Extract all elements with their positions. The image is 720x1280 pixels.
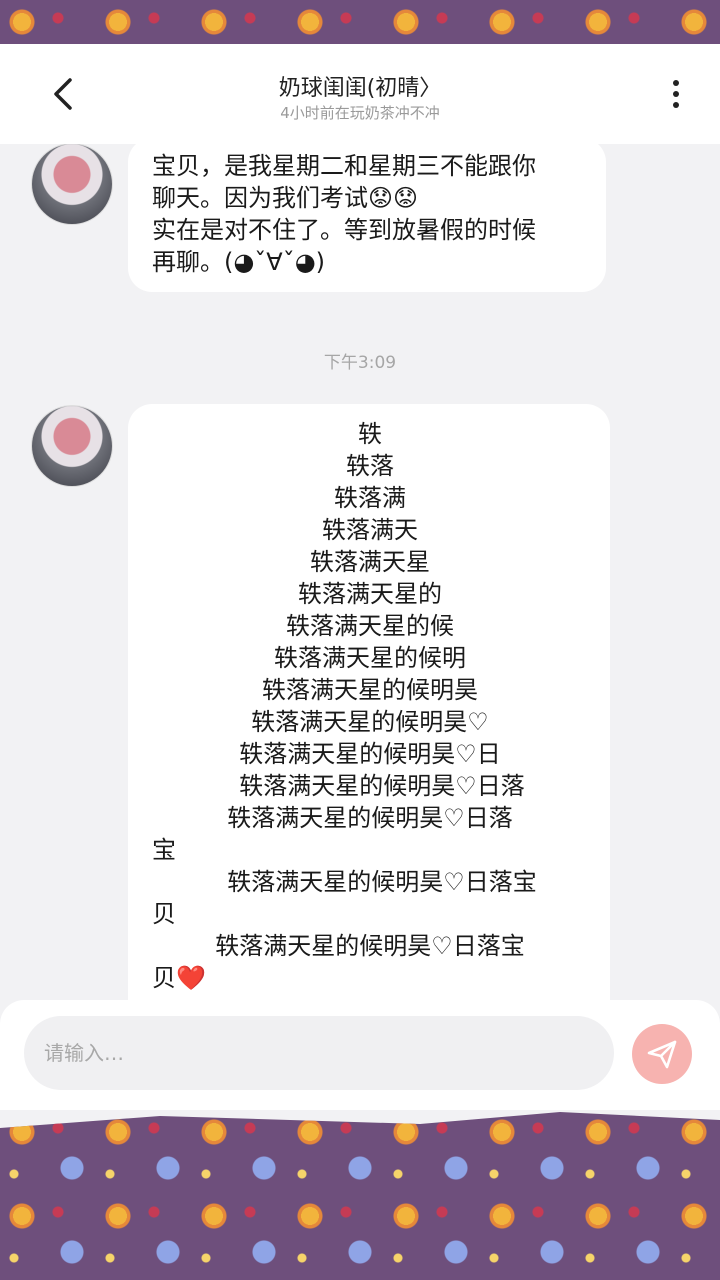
input-bar bbox=[0, 1000, 720, 1110]
contact-status: 4小时前在玩奶茶冲不冲 bbox=[280, 104, 440, 122]
message-line: 轶落满天星的候明昊♡日落宝 bbox=[215, 932, 525, 960]
message-line: 轶落满天星 bbox=[310, 548, 430, 576]
message-line: 轶落满天星的候明昊 bbox=[262, 676, 478, 704]
avatar[interactable] bbox=[32, 144, 112, 224]
message-line: 实在是对不住了。等到放暑假的时候 bbox=[152, 216, 536, 244]
message-line: 轶落满 bbox=[334, 484, 406, 512]
message-line: 宝贝，是我星期二和星期三不能跟你 bbox=[152, 152, 536, 180]
send-button[interactable] bbox=[632, 1024, 692, 1084]
message-line: 轶落满天星的候明昊♡日落 bbox=[227, 804, 513, 832]
message-line: 轶落满天星的候明昊♡日落宝 bbox=[227, 868, 537, 896]
message-line: 轶落满天星的候明昊♡日落 bbox=[239, 772, 525, 800]
decorative-pattern-bottom bbox=[0, 1112, 720, 1280]
contact-name[interactable]: 奶球闺闺(初晴〉 bbox=[0, 70, 720, 102]
message-line: 轶落满天星的候明昊♡日 bbox=[239, 740, 501, 768]
message-line: 贝❤️ bbox=[152, 964, 206, 992]
message-line: 轶落满天星的候明 bbox=[274, 644, 466, 672]
message-line: 贝 bbox=[152, 900, 176, 928]
more-options-button[interactable] bbox=[656, 74, 696, 114]
message-line: 轶落满天星的 bbox=[298, 580, 442, 608]
message-bubble[interactable]: 轶 轶落 轶落满 轶落满天 轶落满天星 轶落满天星的 轶落满天星的候 轶落满天星… bbox=[128, 404, 610, 1000]
message-bubble[interactable]: 宝贝，是我星期二和星期三不能跟你 聊天。因为我们考试😟😟 实在是对不住了。等到放… bbox=[128, 144, 606, 292]
avatar[interactable] bbox=[32, 406, 112, 486]
message-line: 再聊。(◕ˇ∀ˇ◕) bbox=[152, 248, 326, 276]
message-line: 宝 bbox=[152, 836, 176, 864]
message-line: 轶落满天 bbox=[322, 516, 418, 544]
message-timestamp: 下午3:09 bbox=[323, 353, 397, 373]
more-dots-icon bbox=[673, 80, 679, 86]
message-line: 轶落 bbox=[346, 452, 394, 480]
message-list[interactable]: 宝贝，是我星期二和星期三不能跟你 聊天。因为我们考试😟😟 实在是对不住了。等到放… bbox=[0, 144, 720, 1000]
message-line: 轶 bbox=[358, 420, 382, 448]
message-input[interactable] bbox=[24, 1016, 614, 1090]
message-line: 聊天。因为我们考试😟😟 bbox=[152, 184, 419, 212]
paper-plane-icon bbox=[647, 1040, 677, 1069]
chat-header: 奶球闺闺(初晴〉 4小时前在玩奶茶冲不冲 bbox=[0, 44, 720, 144]
message-line: 轶落满天星的候明昊♡ bbox=[251, 708, 489, 736]
message-line: 轶落满天星的候 bbox=[286, 612, 454, 640]
